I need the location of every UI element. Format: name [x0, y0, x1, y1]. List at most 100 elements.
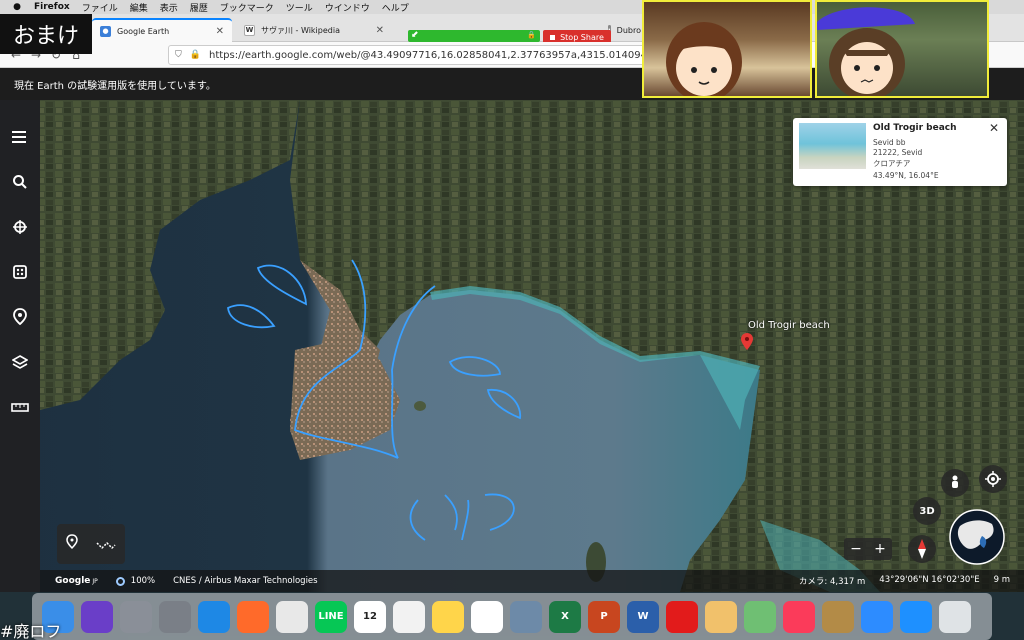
menu-help[interactable]: ヘルプ — [382, 1, 409, 14]
tracking-shield-icon[interactable]: ⛉ — [175, 50, 182, 60]
tab-label: サヴァ川 - Wikipedia — [261, 25, 340, 35]
share-arrow-icon: ⬋ — [411, 30, 419, 40]
tab-label: Dubro — [616, 25, 641, 35]
place-title: Old Trogir beach — [873, 123, 957, 133]
voyager-icon[interactable] — [0, 204, 40, 249]
menu-bookmarks[interactable]: ブックマーク — [220, 1, 274, 14]
dock-line-icon[interactable]: LINE — [315, 600, 347, 633]
lock-icon[interactable]: 🔒 — [190, 50, 201, 60]
mac-dock: LINE 12 X P W — [32, 593, 992, 640]
place-photo-thumbnail[interactable] — [799, 123, 866, 169]
overlay-caption-bottom: #廃ロフ — [0, 622, 62, 640]
dock-safari-icon[interactable] — [198, 600, 230, 633]
overlay-caption-top: おまけ — [0, 14, 92, 54]
apple-menu-icon[interactable]: ● — [10, 2, 24, 12]
wikipedia-favicon-icon: W — [244, 24, 255, 36]
compass-icon[interactable] — [908, 535, 936, 563]
dock-calendar-icon[interactable]: 12 — [354, 600, 386, 633]
tab-google-earth[interactable]: ● Google Earth ✕ — [92, 18, 232, 42]
map-pin-icon[interactable] — [741, 333, 753, 351]
place-coordinates: 43.49°N, 16.04°E — [873, 171, 939, 180]
place-country: クロアチア — [873, 159, 911, 168]
dock-garageband-icon[interactable] — [822, 600, 854, 633]
dock-chrome-icon[interactable] — [276, 600, 308, 633]
place-info-card[interactable]: Old Trogir beach Sevid bb 21222, Sevid ク… — [793, 118, 1007, 186]
menu-view[interactable]: 表示 — [160, 1, 178, 14]
google-logo-suffix: JP — [92, 577, 98, 585]
avatar — [666, 22, 742, 96]
close-tab-icon[interactable]: ✕ — [216, 26, 224, 37]
cursor-coordinates: 43°29'06"N 16°02'30"E — [879, 575, 980, 585]
stop-share-label: Stop Share — [560, 32, 604, 42]
tab-wikipedia[interactable]: W サヴァ川 - Wikipedia ✕ — [236, 18, 392, 42]
dock-app-label: W — [637, 611, 649, 622]
dock-system-preferences-icon[interactable] — [159, 600, 191, 633]
place-address-line: Sevid bb — [873, 138, 906, 147]
dock-excel-icon[interactable]: X — [549, 600, 581, 633]
screen-share-bar: ⬋ 🔒 — [408, 30, 540, 42]
add-placemark-icon[interactable] — [66, 534, 78, 554]
imagery-credits[interactable]: CNES / Airbus Maxar Technologies — [173, 576, 318, 586]
measure-ruler-icon[interactable] — [0, 384, 40, 429]
dock-siri-icon[interactable] — [81, 600, 113, 633]
dock-app-label: LINE — [318, 611, 344, 622]
zoom-in-icon[interactable]: + — [874, 541, 886, 557]
dock-app-label: P — [600, 611, 608, 622]
dock-powerpoint-icon[interactable]: P — [588, 600, 620, 633]
status-right-group: カメラ: 4,317 m 43°29'06"N 16°02'30"E 9 m — [799, 575, 1010, 587]
earth-sidebar — [0, 100, 40, 592]
stop-square-icon — [550, 34, 556, 40]
lock-icon: 🔒 — [527, 31, 536, 39]
dock-photos-icon[interactable] — [471, 600, 503, 633]
place-postal-line: 21222, Sevid — [873, 148, 923, 157]
dock-trash-icon[interactable] — [939, 600, 971, 633]
dock-textedit-icon[interactable] — [393, 600, 425, 633]
menu-edit[interactable]: 編集 — [130, 1, 148, 14]
menu-app-name[interactable]: Firefox — [34, 2, 70, 12]
feeling-lucky-dice-icon[interactable] — [0, 249, 40, 294]
toggle-3d-button[interactable]: 3D — [913, 497, 941, 525]
map-tool-panel — [57, 524, 125, 564]
dock-zoom-icon[interactable] — [861, 600, 893, 633]
url-bar[interactable]: ⛉ 🔒 https://earth.google.com/web/@43.490… — [168, 45, 648, 65]
zoom-out-icon[interactable]: − — [850, 541, 862, 557]
dock-app-label: 12 — [363, 611, 377, 622]
menu-window[interactable]: ウインドウ — [325, 1, 370, 14]
street-view-pegman-icon[interactable] — [941, 469, 969, 497]
ground-elevation: 9 m — [993, 575, 1010, 585]
webcam-feed-left — [642, 0, 812, 98]
map-pin-label[interactable]: Old Trogir beach — [748, 320, 830, 331]
dock-app-store-icon[interactable] — [900, 600, 932, 633]
webcam-feed-right — [815, 0, 989, 98]
dock-keynote-pages-icon[interactable] — [705, 600, 737, 633]
menu-tools[interactable]: ツール — [286, 1, 313, 14]
banner-text: 現在 Earth の試験運用版を使用しています。 — [14, 80, 216, 92]
url-text: https://earth.google.com/web/@43.4909771… — [208, 49, 648, 61]
loading-indicator-icon — [115, 576, 125, 586]
search-icon[interactable] — [0, 159, 40, 204]
dock-app-label: X — [561, 611, 569, 622]
dock-music-icon[interactable] — [783, 600, 815, 633]
dock-acrobat-icon[interactable] — [666, 600, 698, 633]
dock-maps-icon[interactable] — [744, 600, 776, 633]
loading-percent: 100% — [130, 576, 156, 586]
dock-launchpad-icon[interactable] — [120, 600, 152, 633]
menu-file[interactable]: ファイル — [82, 1, 118, 14]
my-location-icon[interactable] — [979, 465, 1007, 493]
dock-notes-icon[interactable] — [432, 600, 464, 633]
close-card-icon[interactable]: ✕ — [989, 121, 999, 135]
close-tab-icon[interactable]: ✕ — [376, 25, 384, 36]
dock-word-icon[interactable]: W — [627, 600, 659, 633]
google-earth-favicon-icon: ● — [100, 25, 111, 37]
map-status-bar: Google JP 100% CNES / Airbus Maxar Techn… — [40, 570, 1024, 592]
dock-preview-icon[interactable] — [510, 600, 542, 633]
map-style-layers-icon[interactable] — [0, 339, 40, 384]
dock-firefox-icon[interactable] — [237, 600, 269, 633]
draw-path-icon[interactable] — [96, 535, 116, 554]
zoom-controls: − + — [844, 538, 892, 560]
menu-history[interactable]: 履歴 — [190, 1, 208, 14]
menu-icon[interactable] — [0, 114, 40, 159]
projects-pin-icon[interactable] — [0, 294, 40, 339]
google-logo: Google — [55, 576, 91, 586]
globe-view-icon[interactable] — [948, 508, 1006, 566]
